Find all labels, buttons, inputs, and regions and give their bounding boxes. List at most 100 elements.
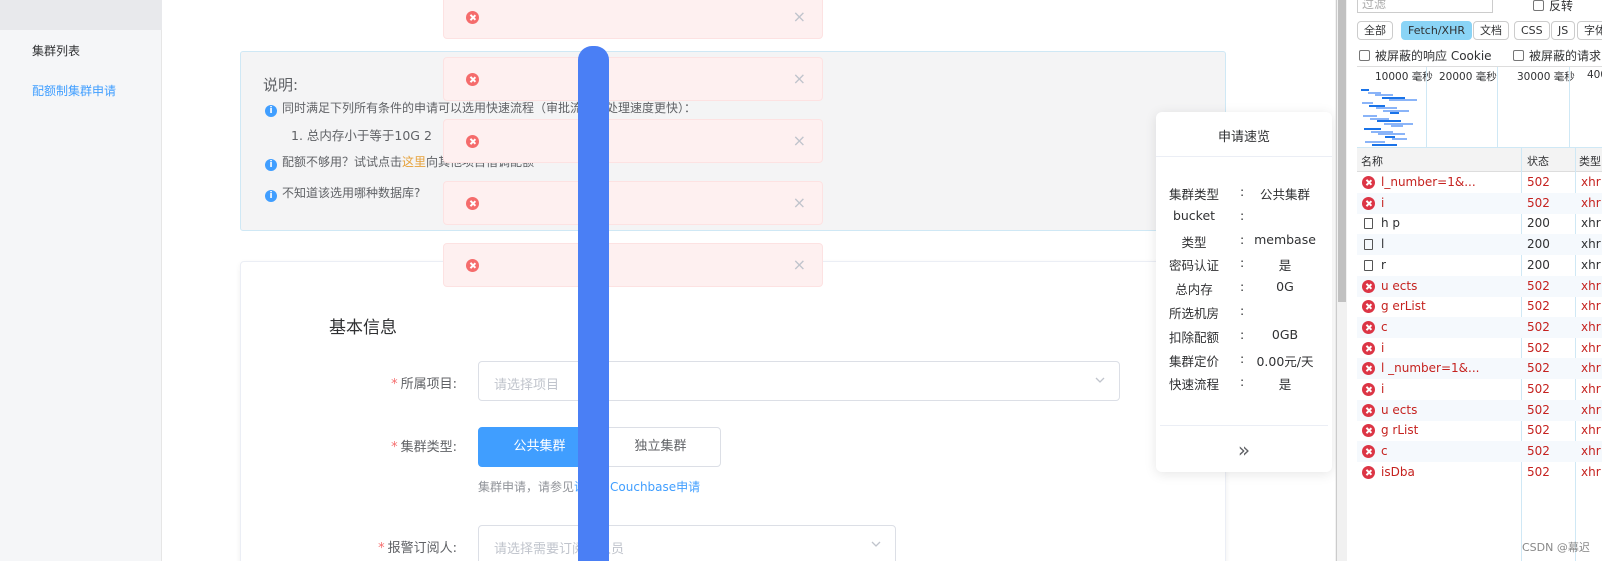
request-table: 名称 状态 类型 l_number=1&... 502 xhr i 502 xhr h p 2…: [1357, 148, 1602, 561]
summary-key: 集群类型: [1168, 187, 1219, 202]
request-type: xhr: [1581, 195, 1601, 210]
info-icon: i: [265, 190, 277, 202]
filter-js[interactable]: JS: [1551, 21, 1576, 40]
request-type: xhr: [1581, 382, 1601, 396]
request-status: 502: [1527, 319, 1550, 334]
error-toast: ×: [443, 243, 823, 287]
table-row[interactable]: u ects 502 xhr: [1357, 399, 1602, 421]
filter-css[interactable]: CSS: [1514, 21, 1550, 40]
table-row[interactable]: h p 200 xhr: [1357, 213, 1602, 234]
table-row[interactable]: c 502 xhr: [1357, 441, 1602, 463]
close-icon[interactable]: ×: [793, 71, 806, 87]
notice-title: 说明:: [263, 76, 299, 94]
column-name[interactable]: 名称: [1361, 153, 1383, 169]
table-row[interactable]: u ects 502 xhr: [1357, 275, 1602, 297]
table-row[interactable]: l_number=1&... 502 xhr: [1357, 172, 1602, 193]
summary-separator: :: [1240, 374, 1245, 390]
request-status: 502: [1527, 444, 1550, 459]
checkbox-icon: [1513, 50, 1524, 61]
summary-row: 集群类型: 公共集群: [1156, 184, 1332, 204]
chevron-down-icon: [1095, 377, 1105, 383]
table-row[interactable]: g erList 502 xhr: [1357, 296, 1602, 317]
notice-line-db-choice: i 不知道该选用哪种数据库?: [265, 184, 420, 202]
quota-borrow-link[interactable]: 这里: [402, 155, 426, 169]
notice-text: 配额不够用？试试点击: [282, 155, 403, 169]
expand-icon[interactable]: »: [1156, 438, 1332, 462]
request-name: l _number=1&...: [1381, 361, 1480, 376]
summary-key: 扣除配额: [1168, 329, 1219, 345]
checkbox-label: 被屏蔽的响应 Cookie: [1375, 49, 1492, 63]
scrollbar-thumb[interactable]: [1338, 0, 1346, 302]
filter-fetch-xhr[interactable]: Fetch/XHR: [1401, 21, 1472, 40]
request-type: xhr: [1581, 278, 1601, 293]
close-icon[interactable]: ×: [793, 133, 806, 149]
summary-key: 所选机房: [1168, 306, 1219, 321]
request-type: xhr: [1581, 464, 1601, 479]
summary-value: 0GB: [1271, 326, 1299, 342]
table-row[interactable]: i 502 xhr: [1357, 379, 1602, 400]
table-row[interactable]: i 502 xhr: [1357, 192, 1602, 214]
page-scrollbar[interactable]: [1337, 0, 1347, 561]
sidebar-header: [0, 0, 162, 30]
request-status: 502: [1527, 382, 1550, 396]
checkbox-icon: [1359, 50, 1370, 61]
error-icon: [1362, 445, 1375, 459]
request-status: 200: [1527, 237, 1550, 252]
request-type: xhr: [1581, 444, 1601, 459]
network-timeline[interactable]: 10000 毫秒 20000 毫秒 30000 毫秒 400: [1357, 66, 1602, 148]
subscriber-select[interactable]: 请选择需要订阅的人员: [478, 525, 896, 561]
blocked-cookies-checkbox[interactable]: 被屏蔽的响应 Cookie: [1359, 47, 1492, 64]
watermark: CSDN @幕迟: [1522, 541, 1590, 554]
table-row[interactable]: l _number=1&... 502 xhr: [1357, 358, 1602, 380]
timeline-bar: [1391, 125, 1403, 128]
close-icon[interactable]: ×: [793, 195, 806, 211]
invert-checkbox[interactable]: 反转: [1533, 0, 1573, 14]
summary-key: 密码认证: [1168, 258, 1219, 274]
filter-all[interactable]: 全部: [1357, 21, 1393, 40]
project-select[interactable]: 请选择项目: [478, 361, 1120, 401]
sidebar-item-cluster-list[interactable]: 集群列表: [32, 42, 80, 59]
filter-doc[interactable]: 文档: [1473, 21, 1509, 40]
column-status[interactable]: 状态: [1527, 153, 1549, 169]
timeline-label: 400: [1587, 69, 1602, 81]
checkbox-icon: [1533, 0, 1544, 11]
required-mark: *: [378, 541, 385, 556]
label-text: 报警订阅人:: [387, 541, 457, 556]
request-status: 502: [1527, 299, 1550, 314]
info-icon: i: [265, 105, 277, 117]
filter-input[interactable]: 过滤: [1357, 0, 1493, 13]
sidebar-item-quota-cluster-apply[interactable]: 配额制集群申请: [32, 82, 116, 99]
request-name: c: [1381, 444, 1388, 459]
request-name: c: [1381, 319, 1388, 334]
summary-key: 集群定价: [1168, 353, 1219, 369]
basic-info-card: 基本信息 * 所属项目: 请选择项目 * 集群类型: 公共集群 独立集群 集群申请，…: [240, 261, 1226, 561]
hint-text: 集群申请，请参见: [478, 480, 575, 494]
request-name: h p: [1381, 216, 1401, 231]
request-type: xhr: [1581, 340, 1601, 355]
table-row[interactable]: l 200 xhr: [1357, 234, 1602, 256]
blocked-requests-checkbox[interactable]: 被屏蔽的请求: [1513, 47, 1601, 64]
table-row[interactable]: g rList 502 xhr: [1357, 420, 1602, 441]
summary-separator: :: [1240, 255, 1245, 271]
table-row[interactable]: i 502 xhr: [1357, 338, 1602, 359]
request-status: 200: [1527, 216, 1550, 231]
label-text: 集群类型:: [400, 440, 457, 455]
filter-font[interactable]: 字体: [1577, 21, 1602, 40]
dedicated-cluster-button[interactable]: 独立集群: [600, 427, 721, 467]
section-title: 基本信息: [329, 318, 397, 338]
request-type: xhr: [1581, 361, 1601, 376]
error-icon: [1362, 176, 1375, 189]
request-type: xhr: [1581, 216, 1601, 231]
column-type[interactable]: 类型: [1579, 153, 1601, 169]
request-name: l_number=1&...: [1381, 175, 1476, 189]
error-icon: [466, 259, 479, 272]
table-row[interactable]: r 200 xhr: [1357, 255, 1602, 276]
summary-row: 快速流程: 是: [1156, 374, 1332, 394]
table-row[interactable]: c 502 xhr: [1357, 316, 1602, 338]
error-icon: [1362, 196, 1375, 210]
request-status: 502: [1527, 361, 1550, 376]
close-icon[interactable]: ×: [793, 9, 806, 25]
error-icon: [1362, 362, 1375, 376]
close-icon[interactable]: ×: [793, 257, 806, 273]
table-row[interactable]: isDba 502 xhr: [1357, 462, 1602, 483]
